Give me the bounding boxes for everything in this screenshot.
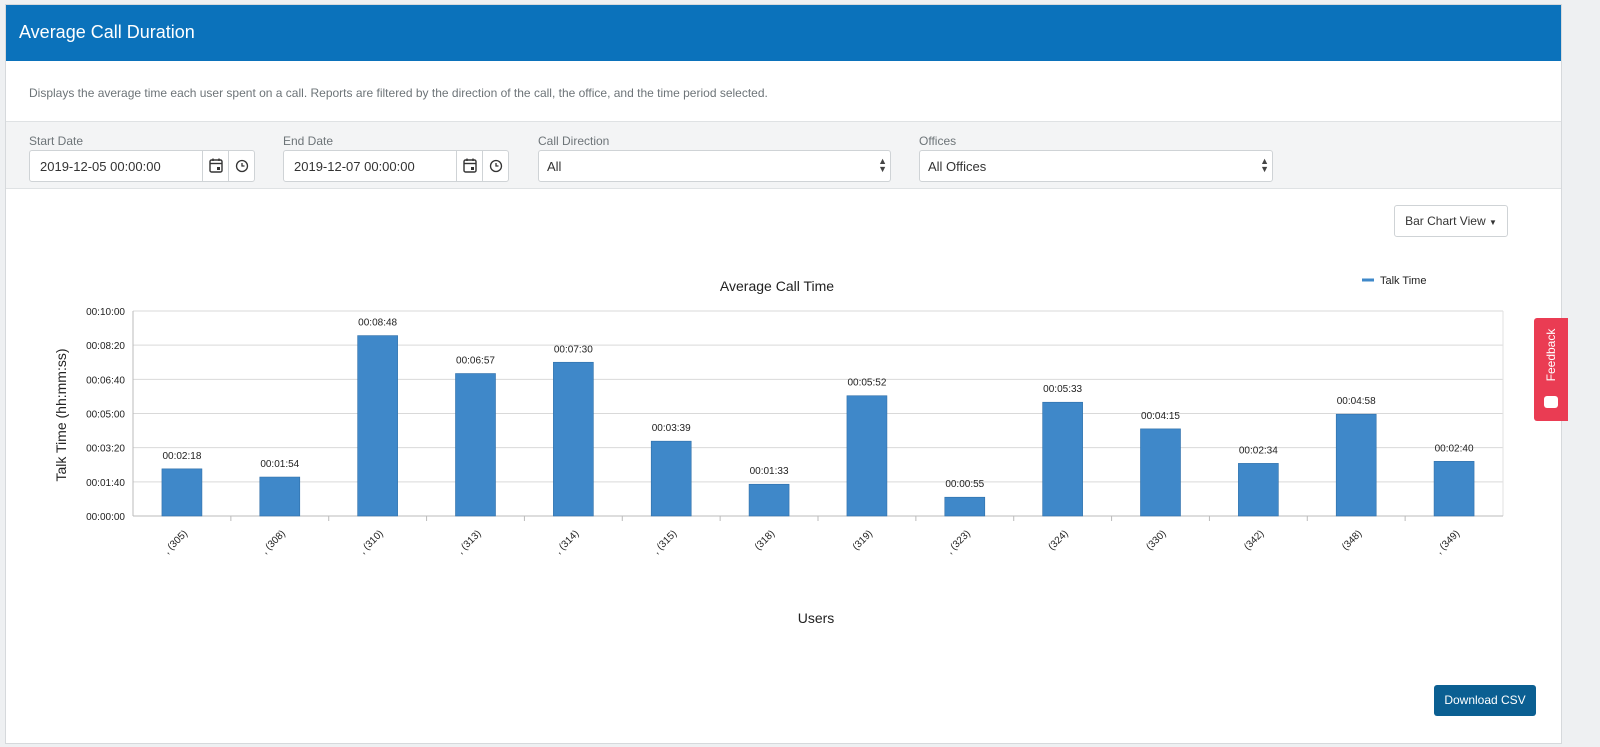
bar[interactable] — [1042, 401, 1083, 517]
chart-title: Average Call Time — [720, 278, 834, 294]
call-direction-select[interactable]: All ▲ ▼ — [538, 150, 891, 182]
bar-value-label: 00:04:58 — [1337, 396, 1376, 407]
end-calendar-icon[interactable] — [456, 151, 483, 181]
x-tick-label: (330) — [1144, 528, 1168, 552]
call-direction-label: Call Direction — [538, 134, 610, 148]
bar-value-label: 00:05:52 — [847, 378, 886, 389]
x-tick-label: (318) — [753, 528, 777, 552]
x-tick-label: , (323) — [945, 528, 973, 556]
start-date-field[interactable]: 2019-12-05 00:00:00 — [29, 150, 255, 182]
bar[interactable] — [357, 335, 398, 517]
download-csv-button[interactable]: Download CSV — [1434, 685, 1536, 716]
offices-value: All Offices — [928, 159, 987, 174]
x-tick-label: , (310) — [358, 528, 386, 556]
x-tick-label: (319) — [851, 528, 875, 552]
legend-label: Talk Time — [1380, 275, 1426, 287]
y-tick-label: 00:10:00 — [86, 307, 125, 318]
x-tick-label: (324) — [1046, 528, 1070, 552]
x-tick-label: , (313) — [455, 528, 483, 556]
bar[interactable] — [259, 476, 301, 517]
end-date-label: End Date — [283, 134, 334, 148]
average-call-time-chart: Average Call Time Talk Time Talk Time (h… — [53, 275, 1504, 626]
x-tick-label: , (305) — [162, 528, 190, 556]
y-tick-label: 00:03:20 — [86, 444, 125, 455]
y-tick-label: 00:01:40 — [86, 478, 125, 489]
caret-down-icon: ▼ — [1488, 218, 1497, 227]
x-axis-label: Users — [798, 610, 835, 626]
start-date-value: 2019-12-05 00:00:00 — [40, 159, 161, 174]
bar[interactable] — [650, 440, 692, 517]
bar[interactable] — [1433, 461, 1475, 517]
bar-value-label: 00:01:33 — [750, 466, 789, 477]
x-tick-label: (348) — [1340, 528, 1364, 552]
bar-value-label: 00:03:39 — [652, 423, 691, 434]
feedback-tab[interactable]: Feedback — [1534, 318, 1568, 421]
start-date-label: Start Date — [29, 134, 84, 148]
bar-value-label: 00:00:55 — [945, 479, 984, 490]
end-date-field[interactable]: 2019-12-07 00:00:00 — [283, 150, 509, 182]
y-tick-label: 00:00:00 — [86, 512, 125, 523]
page-title: Average Call Duration — [19, 22, 195, 42]
start-clock-icon[interactable] — [228, 151, 255, 181]
report-description: Displays the average time each user spen… — [29, 86, 768, 100]
bar-value-label: 00:05:33 — [1043, 384, 1082, 395]
bar[interactable] — [846, 395, 888, 517]
y-tick-label: 00:05:00 — [86, 410, 125, 421]
x-tick-label: , (349) — [1434, 528, 1462, 556]
filter-bar: Start Date 2019-12-05 00:00:00 End Date … — [6, 121, 1561, 189]
x-tick-label: , (314) — [553, 528, 581, 556]
y-axis-label: Talk Time (hh:mm:ss) — [53, 348, 69, 481]
x-tick-label: , (315) — [651, 528, 679, 556]
bar[interactable] — [1140, 428, 1181, 517]
y-tick-label: 00:06:40 — [86, 375, 125, 386]
bar[interactable] — [455, 373, 496, 517]
bar-value-label: 00:01:54 — [260, 459, 299, 470]
bar[interactable] — [1335, 413, 1377, 517]
bar-chart-view-dropdown[interactable]: Bar Chart View ▼ — [1394, 205, 1508, 237]
report-header: Average Call Duration — [6, 5, 1561, 61]
call-direction-value: All — [547, 159, 562, 174]
bar-value-label: 00:02:40 — [1435, 443, 1474, 454]
feedback-label: Feedback — [1544, 328, 1558, 382]
select-arrows-icon: ▲ ▼ — [1260, 156, 1269, 174]
bar[interactable] — [944, 496, 986, 517]
end-date-value: 2019-12-07 00:00:00 — [294, 159, 415, 174]
bar-value-label: 00:06:57 — [456, 356, 495, 367]
bar[interactable] — [161, 468, 203, 517]
bar[interactable] — [748, 483, 790, 517]
x-tick-label: (342) — [1242, 528, 1266, 552]
y-tick-label: 00:08:20 — [86, 341, 125, 352]
bar-value-label: 00:07:30 — [554, 344, 593, 355]
start-calendar-icon[interactable] — [202, 151, 229, 181]
bar[interactable] — [1238, 463, 1279, 517]
bar-value-label: 00:08:48 — [358, 318, 397, 329]
bar-value-label: 00:02:18 — [162, 451, 201, 462]
bar-value-label: 00:04:15 — [1141, 411, 1180, 422]
x-tick-label: , (308) — [260, 528, 288, 556]
offices-select[interactable]: All Offices ▲ ▼ — [919, 150, 1273, 182]
offices-label: Offices — [919, 134, 957, 148]
feedback-icon — [1544, 396, 1558, 408]
bar[interactable] — [553, 361, 594, 517]
bar-value-label: 00:02:34 — [1239, 445, 1278, 456]
select-arrows-icon: ▲ ▼ — [878, 156, 887, 174]
bar-chart-view-label: Bar Chart View — [1405, 214, 1486, 228]
end-clock-icon[interactable] — [482, 151, 509, 181]
report-panel: Average Call Duration Displays the avera… — [5, 4, 1562, 744]
